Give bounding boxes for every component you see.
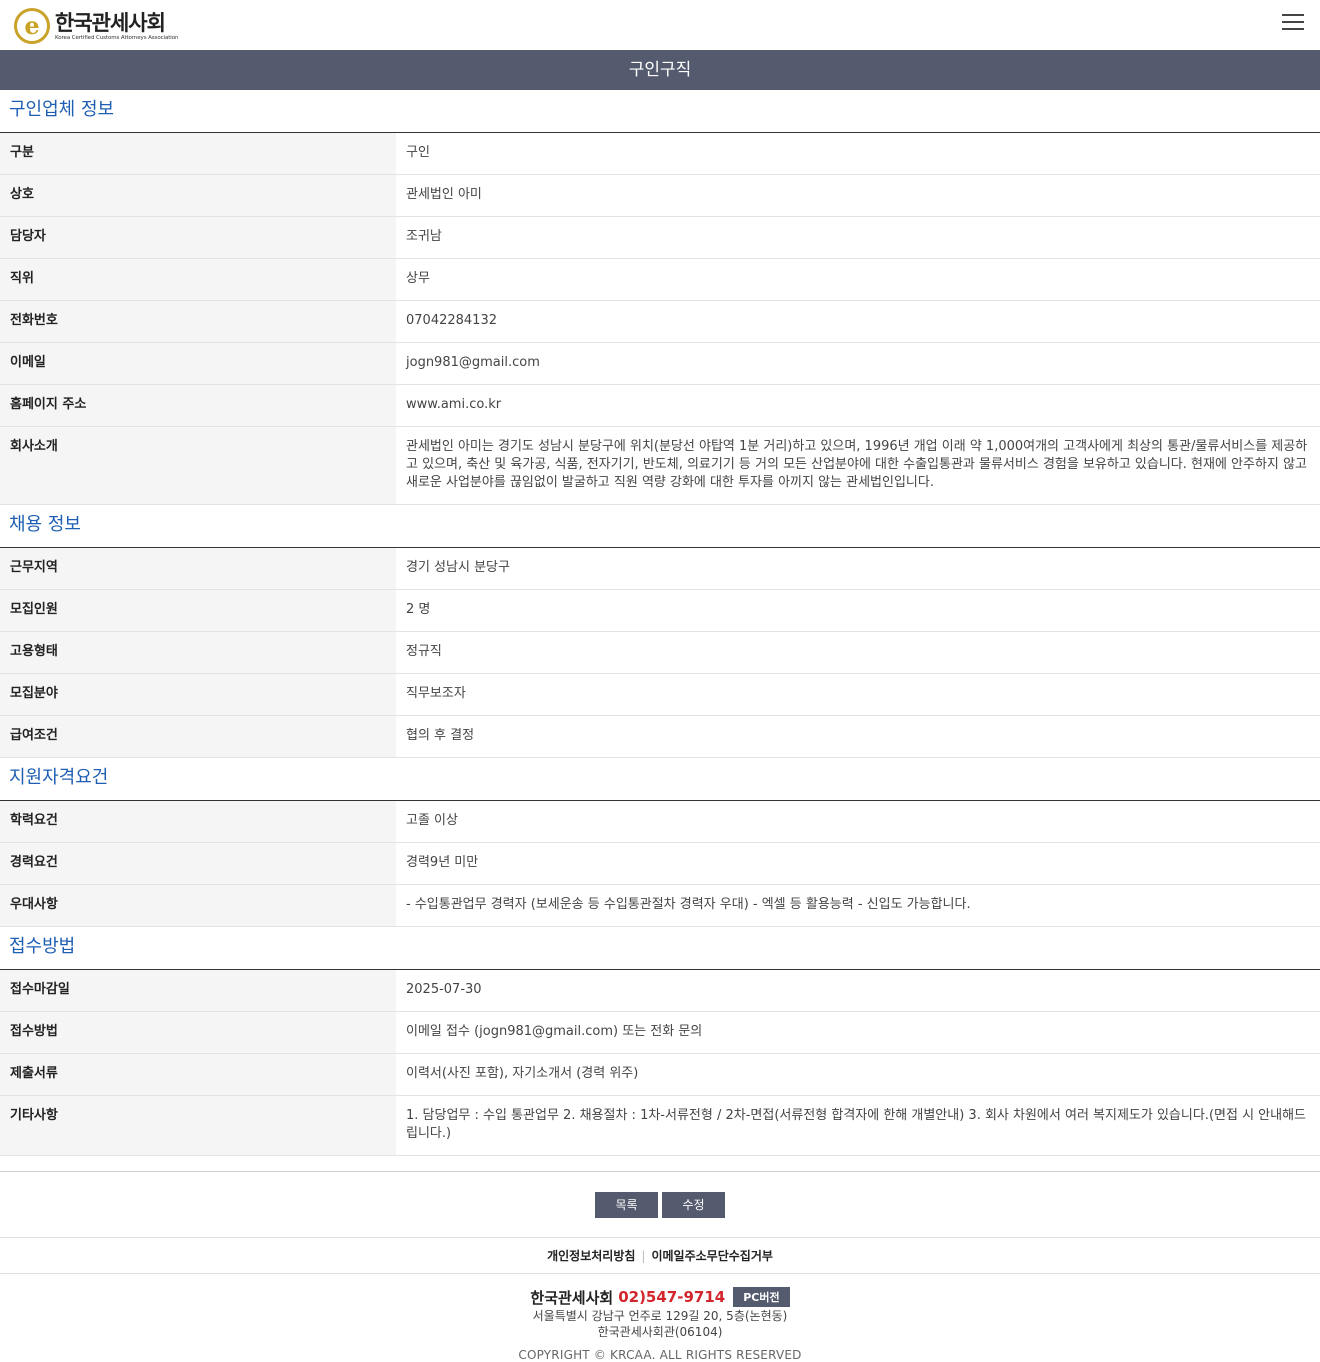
table-row: 구분 구인: [0, 133, 1320, 175]
row-value: 07042284132: [396, 300, 1320, 343]
row-label: 담당자: [0, 216, 396, 259]
row-label: 제출서류: [0, 1053, 396, 1096]
row-label: 접수방법: [0, 1011, 396, 1054]
table-row: 근무지역 경기 성남시 분당구: [0, 548, 1320, 590]
table-row: 모집인원 2 명: [0, 589, 1320, 632]
logo-text: 한국관세사회 Korea Certified Customs Attorneys…: [55, 11, 178, 42]
privacy-policy-link[interactable]: 개인정보처리방침: [547, 1247, 635, 1264]
table-row: 이메일 jogn981@gmail.com: [0, 342, 1320, 385]
row-value: 2 명: [396, 589, 1320, 632]
row-label: 구분: [0, 133, 396, 175]
row-value: 고졸 이상: [396, 801, 1320, 843]
table-end-divider: [0, 1156, 1320, 1172]
row-value: www.ami.co.kr: [396, 384, 1320, 427]
row-label: 홈페이지 주소: [0, 384, 396, 427]
table-row: 급여조건 협의 후 결정: [0, 715, 1320, 758]
row-label: 상호: [0, 174, 396, 217]
section-title: 접수방법: [0, 927, 1320, 970]
row-label: 학력요건: [0, 801, 396, 843]
table-row: 우대사항 - 수입통관업무 경력자 (보세운송 등 수입통관절차 경력자 우대) …: [0, 884, 1320, 927]
menu-bar: [1282, 14, 1304, 16]
table-row: 경력요건 경력9년 미만: [0, 842, 1320, 885]
row-label: 경력요건: [0, 842, 396, 885]
site-logo[interactable]: e 한국관세사회 Korea Certified Customs Attorne…: [14, 8, 178, 44]
page-title: 구인구직: [0, 50, 1320, 90]
table-row: 회사소개 관세법인 아미는 경기도 성남시 분당구에 위치(분당선 야탑역 1분 …: [0, 426, 1320, 505]
table-row: 기타사항 1. 담당업무 : 수입 통관업무 2. 채용절차 : 1차-서류전형 …: [0, 1095, 1320, 1156]
row-label: 모집분야: [0, 673, 396, 716]
row-value: 구인: [396, 133, 1320, 175]
table-row: 접수마감일 2025-07-30: [0, 970, 1320, 1012]
info-table: 구분 구인 상호 관세법인 아미 담당자 조귀남 직위 상무 전화번호 07042284132 이메…: [0, 133, 1320, 505]
info-table: 학력요건 고졸 이상 경력요건 경력9년 미만 우대사항 - 수입통관업무 경력자 (보세…: [0, 801, 1320, 927]
row-value: 이력서(사진 포함), 자기소개서 (경력 위주): [396, 1053, 1320, 1096]
footer-org-line: 한국관세사회 02)547-9714 PC버전: [0, 1286, 1320, 1308]
pc-version-button[interactable]: PC버전: [733, 1287, 790, 1307]
row-label: 회사소개: [0, 426, 396, 505]
section-title: 지원자격요건: [0, 758, 1320, 801]
menu-bar: [1282, 28, 1304, 30]
table-row: 접수방법 이메일 접수 (jogn981@gmail.com) 또는 전화 문의: [0, 1011, 1320, 1054]
row-label: 직위: [0, 258, 396, 301]
site-header: e 한국관세사회 Korea Certified Customs Attorne…: [0, 0, 1320, 50]
row-value: 관세법인 아미: [396, 174, 1320, 217]
row-value: 관세법인 아미는 경기도 성남시 분당구에 위치(분당선 야탑역 1분 거리)하…: [396, 426, 1320, 505]
logo-title: 한국관세사회: [55, 10, 166, 35]
row-label: 전화번호: [0, 300, 396, 343]
footer-address-line2: 한국관세사회관(06104): [597, 1325, 723, 1339]
footer-phone[interactable]: 02)547-9714: [618, 1288, 725, 1306]
row-label: 근무지역: [0, 548, 396, 590]
row-value: 직무보조자: [396, 673, 1320, 716]
footer-copyright: COPYRIGHT © KRCAA. ALL RIGHTS RESERVED: [518, 1348, 802, 1362]
table-row: 고용형태 정규직: [0, 631, 1320, 674]
hamburger-menu-icon[interactable]: [1282, 14, 1304, 32]
row-value: - 수입통관업무 경력자 (보세운송 등 수입통관절차 경력자 우대) - 엑셀…: [396, 884, 1320, 927]
row-value: 정규직: [396, 631, 1320, 674]
row-value: 경기 성남시 분당구: [396, 548, 1320, 590]
table-row: 홈페이지 주소 www.ami.co.kr: [0, 384, 1320, 427]
info-table: 근무지역 경기 성남시 분당구 모집인원 2 명 고용형태 정규직 모집분야 직무보조자 급여조…: [0, 548, 1320, 758]
row-label: 우대사항: [0, 884, 396, 927]
row-label: 기타사항: [0, 1095, 396, 1156]
email-refusal-link[interactable]: 이메일주소무단수집거부: [651, 1247, 772, 1264]
footer-address-line1: 서울특별시 강남구 언주로 129길 20, 5층(논현동): [532, 1309, 788, 1323]
row-value: 2025-07-30: [396, 970, 1320, 1012]
row-value: jogn981@gmail.com: [396, 342, 1320, 385]
row-value: 상무: [396, 258, 1320, 301]
row-value: 1. 담당업무 : 수입 통관업무 2. 채용절차 : 1차-서류전형 / 2차…: [396, 1095, 1320, 1156]
table-row: 제출서류 이력서(사진 포함), 자기소개서 (경력 위주): [0, 1053, 1320, 1096]
row-value: 조귀남: [396, 216, 1320, 259]
row-label: 고용형태: [0, 631, 396, 674]
action-buttons: 목록 수정: [0, 1172, 1320, 1238]
row-value: 이메일 접수 (jogn981@gmail.com) 또는 전화 문의: [396, 1011, 1320, 1054]
table-row: 상호 관세법인 아미: [0, 174, 1320, 217]
row-label: 급여조건: [0, 715, 396, 758]
table-row: 전화번호 07042284132: [0, 300, 1320, 343]
row-label: 모집인원: [0, 589, 396, 632]
job-detail-sections: 구인업체 정보 구분 구인 상호 관세법인 아미 담당자 조귀남 직위 상무 전화번호 070422…: [0, 90, 1320, 1172]
logo-mark-icon: e: [14, 8, 50, 44]
edit-button[interactable]: 수정: [662, 1191, 725, 1218]
row-label: 이메일: [0, 342, 396, 385]
logo-subtitle: Korea Certified Customs Attorneys Associ…: [55, 34, 179, 41]
table-row: 학력요건 고졸 이상: [0, 801, 1320, 843]
section-title: 채용 정보: [0, 505, 1320, 548]
section-title: 구인업체 정보: [0, 90, 1320, 133]
row-label: 접수마감일: [0, 970, 396, 1012]
link-separator: |: [641, 1248, 646, 1263]
footer-org-name: 한국관세사회: [530, 1288, 614, 1307]
menu-bar: [1282, 21, 1304, 23]
list-button[interactable]: 목록: [595, 1191, 658, 1218]
table-row: 모집분야 직무보조자: [0, 673, 1320, 716]
site-footer: 한국관세사회 02)547-9714 PC버전 서울특별시 강남구 언주로 12…: [0, 1274, 1320, 1362]
row-value: 협의 후 결정: [396, 715, 1320, 758]
table-row: 직위 상무: [0, 258, 1320, 301]
policy-links: 개인정보처리방침 | 이메일주소무단수집거부: [0, 1238, 1320, 1274]
info-table: 접수마감일 2025-07-30 접수방법 이메일 접수 (jogn981@gmail…: [0, 970, 1320, 1156]
table-row: 담당자 조귀남: [0, 216, 1320, 259]
row-value: 경력9년 미만: [396, 842, 1320, 885]
